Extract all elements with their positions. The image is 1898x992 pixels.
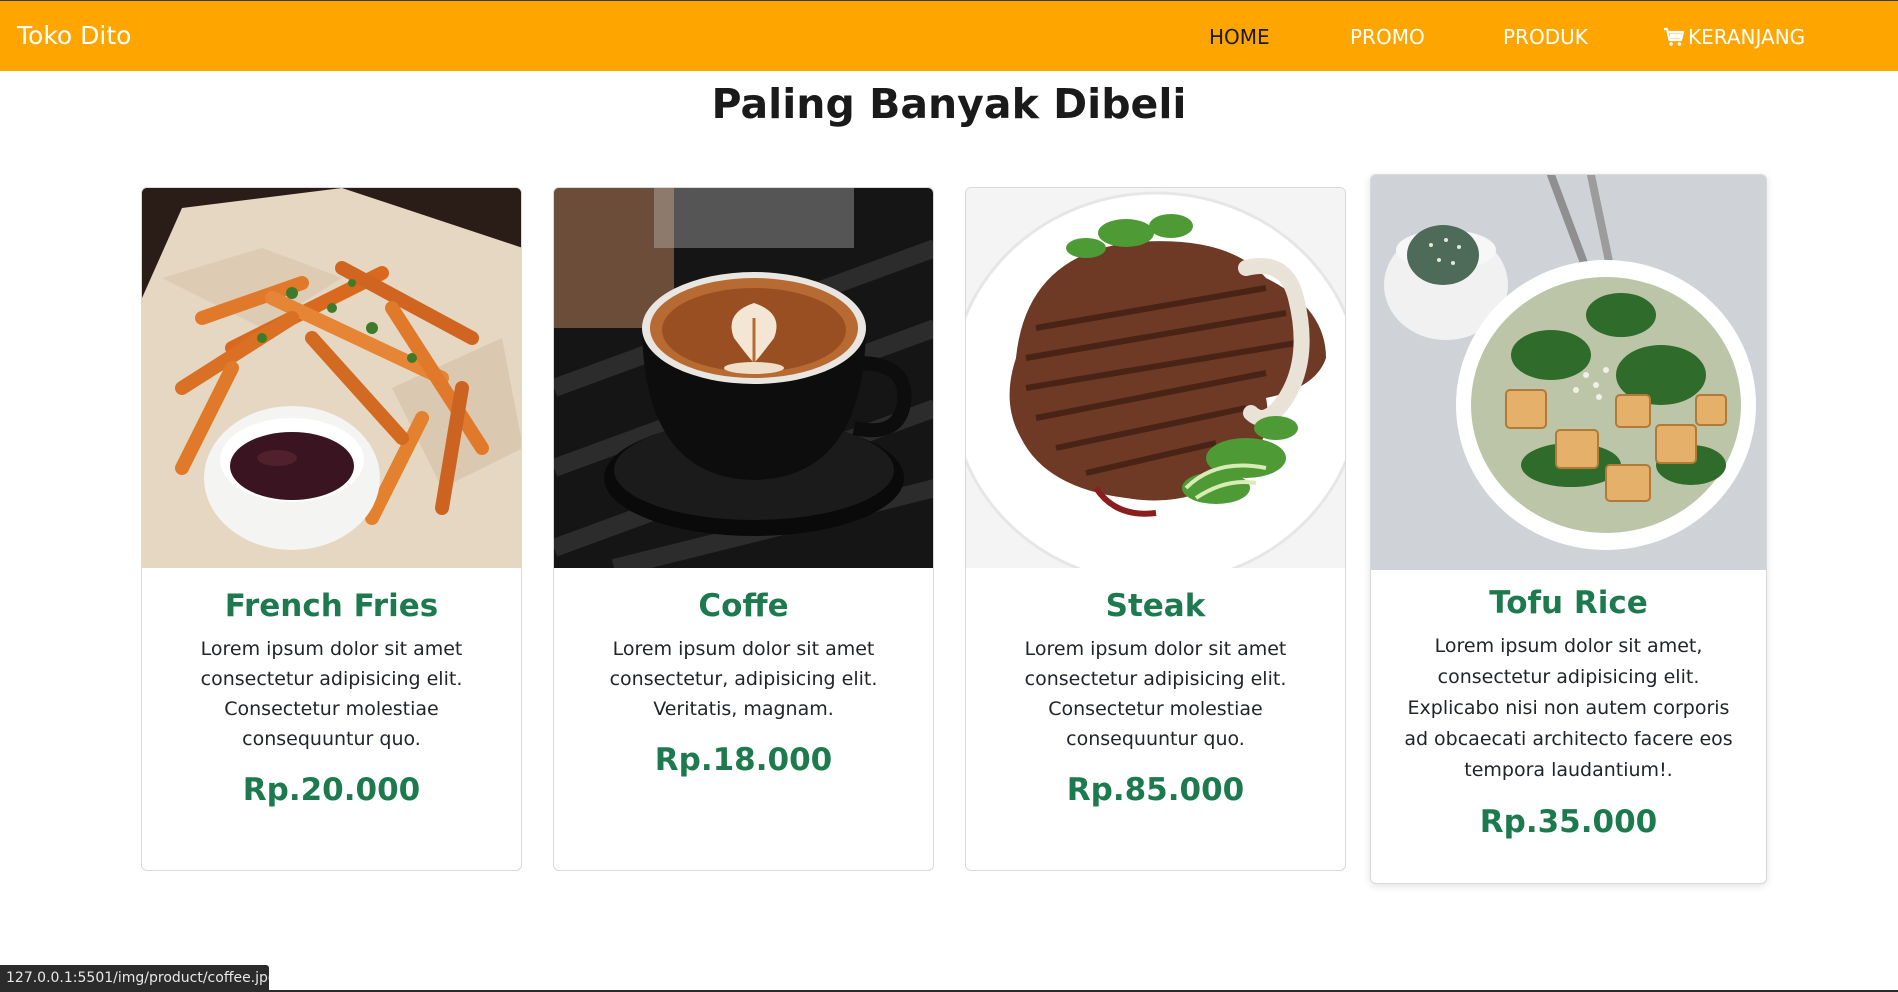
product-price: Rp.20.000 xyxy=(242,772,421,808)
product-title: Tofu Rice xyxy=(1489,585,1648,621)
nav-promo[interactable]: PROMO xyxy=(1350,25,1425,49)
nav-keranjang[interactable]: KERANJANG xyxy=(1663,25,1805,49)
product-card-tofu-rice[interactable]: Tofu Rice Lorem ipsum dolor sit amet, co… xyxy=(1370,174,1767,884)
nav-produk[interactable]: PRODUK xyxy=(1503,25,1588,49)
product-description: Lorem ipsum dolor sit amet consectetur, … xyxy=(609,638,878,720)
card-body: Steak Lorem ipsum dolor sit amet consect… xyxy=(966,588,1345,808)
navbar: Toko Dito HOME PROMO PRODUK KERANJANG xyxy=(0,0,1898,71)
product-image-tofu-rice[interactable] xyxy=(1371,175,1766,570)
product-price: Rp.18.000 xyxy=(654,742,833,778)
card-body: French Fries Lorem ipsum dolor sit amet … xyxy=(142,588,521,808)
product-image-steak[interactable] xyxy=(966,188,1345,568)
product-title: Steak xyxy=(1105,588,1206,624)
product-card-french-fries[interactable]: French Fries Lorem ipsum dolor sit amet … xyxy=(141,187,522,871)
nav-home[interactable]: HOME xyxy=(1209,25,1270,49)
cart-icon xyxy=(1664,27,1685,46)
card-body: Tofu Rice Lorem ipsum dolor sit amet, co… xyxy=(1371,585,1766,840)
nav-keranjang-label: KERANJANG xyxy=(1688,25,1806,49)
product-image-coffe[interactable] xyxy=(554,188,933,568)
section-title: Paling Banyak Dibeli xyxy=(711,80,1187,128)
product-description: Lorem ipsum dolor sit amet consectetur a… xyxy=(1024,638,1287,750)
product-card-coffe[interactable]: Coffe Lorem ipsum dolor sit amet consect… xyxy=(553,187,934,871)
product-image-french-fries[interactable] xyxy=(142,188,521,568)
product-card-steak[interactable]: Steak Lorem ipsum dolor sit amet consect… xyxy=(965,187,1346,871)
product-title: Coffe xyxy=(698,588,789,624)
brand-logo[interactable]: Toko Dito xyxy=(17,21,131,50)
product-description: Lorem ipsum dolor sit amet consectetur a… xyxy=(200,638,463,750)
product-description: Lorem ipsum dolor sit amet, consectetur … xyxy=(1404,635,1733,781)
status-bar-url: 127.0.0.1:5501/img/product/coffee.jpg xyxy=(0,965,269,992)
product-title: French Fries xyxy=(224,588,439,624)
product-price: Rp.35.000 xyxy=(1479,804,1658,840)
card-body: Coffe Lorem ipsum dolor sit amet consect… xyxy=(554,588,933,778)
product-price: Rp.85.000 xyxy=(1066,772,1245,808)
